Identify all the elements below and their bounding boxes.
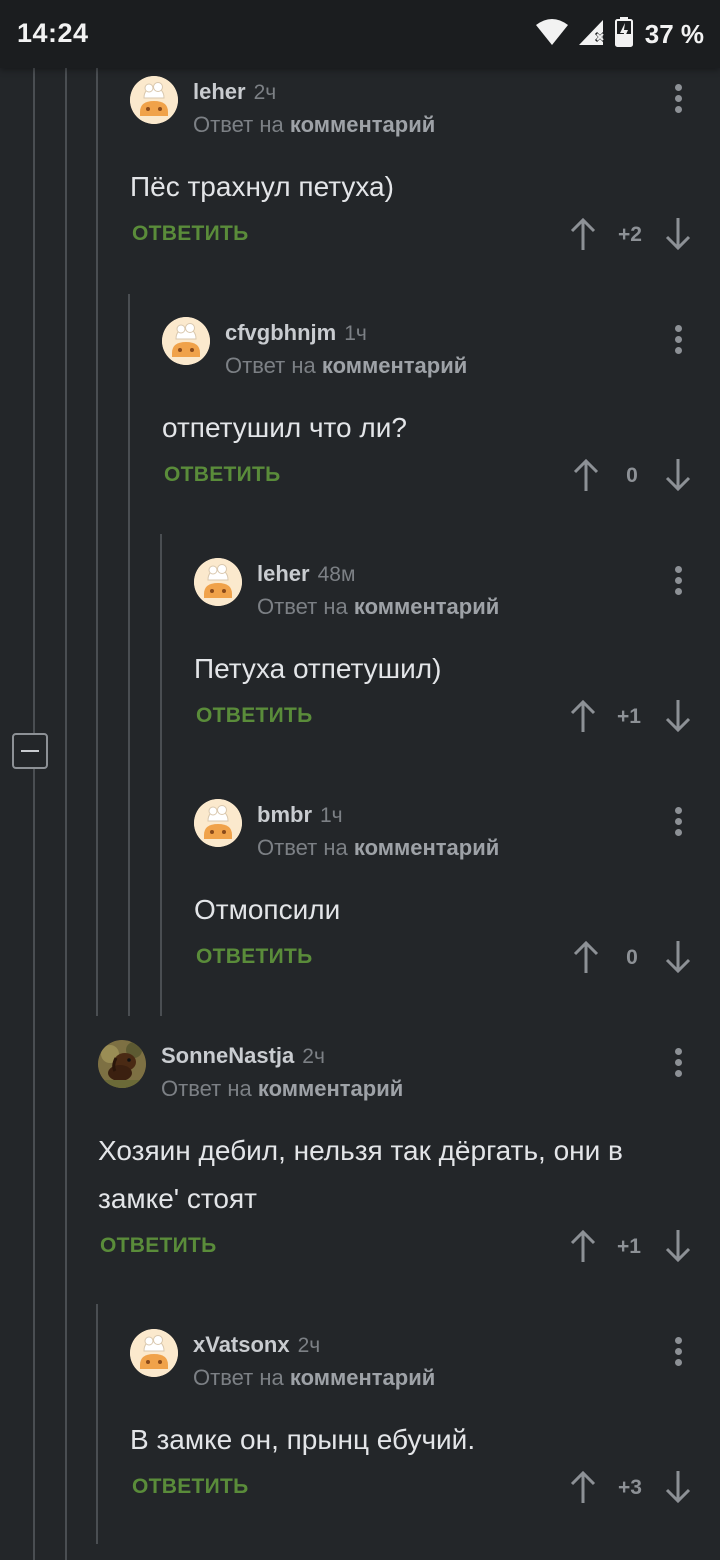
comment-author[interactable]: cfvgbhnjm 1ч	[225, 320, 367, 346]
reply-to-label: Ответ на комментарий	[161, 1076, 404, 1101]
avatar[interactable]	[194, 799, 242, 847]
downvote-icon[interactable]	[664, 1229, 692, 1263]
signal-icon	[577, 18, 607, 51]
thread-line	[128, 294, 130, 1016]
avatar[interactable]	[130, 1329, 178, 1377]
comment-score: +2	[618, 223, 642, 246]
comment-text: Пёс трахнул петуха)	[130, 171, 394, 202]
minus-icon	[21, 750, 39, 752]
reply-button[interactable]: ОТВЕТИТЬ	[100, 1234, 217, 1258]
reply-to-label: Ответ на комментарий	[193, 1365, 436, 1390]
thread-line	[96, 1304, 98, 1544]
comment: cfvgbhnjm 1ч Ответ на комментарий отпетуш…	[162, 317, 710, 507]
downvote-icon[interactable]	[664, 940, 692, 974]
avatar[interactable]	[162, 317, 210, 365]
reply-to-link[interactable]: комментарий	[290, 1365, 435, 1390]
comment-time: 2ч	[253, 81, 277, 104]
thread-line	[65, 68, 67, 1560]
battery-percent: 37 %	[644, 18, 704, 49]
reply-button[interactable]: ОТВЕТИТЬ	[196, 704, 313, 728]
comment: xVatsonx 2ч Ответ на комментарий В замке …	[130, 1329, 710, 1519]
reply-to-label: Ответ на комментарий	[257, 835, 500, 860]
comment-time: 2ч	[302, 1045, 325, 1068]
comment-author[interactable]: bmbr 1ч	[257, 802, 343, 828]
reply-to-link[interactable]: комментарий	[322, 353, 467, 378]
reply-to-link[interactable]: комментарий	[354, 835, 499, 860]
status-icons: 37 %	[535, 16, 704, 52]
more-menu-icon[interactable]	[668, 1045, 688, 1081]
reply-button[interactable]: ОТВЕТИТЬ	[164, 463, 281, 487]
more-menu-icon[interactable]	[668, 81, 688, 117]
reply-to-label: Ответ на комментарий	[193, 112, 436, 137]
thread-line	[160, 534, 162, 1016]
downvote-icon[interactable]	[664, 699, 692, 733]
upvote-icon[interactable]	[569, 1229, 597, 1263]
comment-score: +1	[617, 1235, 641, 1258]
more-menu-icon[interactable]	[668, 1334, 688, 1370]
upvote-icon[interactable]	[569, 699, 597, 733]
comment-time: 1ч	[344, 322, 367, 345]
thread-line	[33, 769, 35, 1560]
collapse-thread-button[interactable]	[12, 733, 48, 769]
comment: leher 2ч Ответ на комментарий Пёс трахнул…	[130, 76, 710, 266]
reply-to-label: Ответ на комментарий	[257, 594, 500, 619]
comment: SonneNastja 2ч Ответ на комментарий Хозяи…	[98, 1040, 710, 1280]
comment-text: отпетушил что ли?	[162, 412, 407, 443]
comment-score: 0	[626, 946, 638, 969]
comment-text: Отмопсили	[194, 894, 341, 925]
status-bar: 14:24 37 %	[0, 0, 720, 68]
comment-score: +3	[618, 1476, 642, 1499]
comment-author[interactable]: SonneNastja 2ч	[161, 1043, 325, 1069]
upvote-icon[interactable]	[572, 940, 600, 974]
reply-button[interactable]: ОТВЕТИТЬ	[132, 222, 249, 246]
avatar[interactable]	[98, 1040, 146, 1088]
comment-author[interactable]: xVatsonx 2ч	[193, 1332, 320, 1358]
thread-line	[96, 68, 98, 1016]
comment-author[interactable]: leher 48м	[257, 561, 355, 587]
upvote-icon[interactable]	[569, 1470, 597, 1504]
more-menu-icon[interactable]	[668, 563, 688, 599]
reply-to-link[interactable]: комментарий	[354, 594, 499, 619]
upvote-icon[interactable]	[572, 458, 600, 492]
comment-score: 0	[626, 464, 638, 487]
reply-to-link[interactable]: комментарий	[258, 1076, 403, 1101]
comment-text: Петуха отпетушил)	[194, 653, 442, 684]
avatar[interactable]	[194, 558, 242, 606]
comment-time: 2ч	[297, 1334, 321, 1357]
reply-button[interactable]: ОТВЕТИТЬ	[196, 945, 313, 969]
status-time: 14:24	[17, 18, 89, 48]
downvote-icon[interactable]	[664, 217, 692, 251]
reply-to-label: Ответ на комментарий	[225, 353, 468, 378]
avatar[interactable]	[130, 76, 178, 124]
reply-button[interactable]: ОТВЕТИТЬ	[132, 1475, 249, 1499]
reply-to-link[interactable]: комментарий	[290, 112, 435, 137]
comment-author[interactable]: leher 2ч	[193, 79, 276, 105]
comment-score: +1	[617, 705, 641, 728]
comment-time: 1ч	[320, 804, 343, 827]
battery-icon	[614, 16, 633, 52]
wifi-icon	[535, 18, 569, 51]
downvote-icon[interactable]	[664, 1470, 692, 1504]
more-menu-icon[interactable]	[668, 804, 688, 840]
comment: bmbr 1ч Ответ на комментарий Отмопсили ОТ…	[194, 799, 710, 989]
comment-text: Хозяин дебил, нельзя так дёргать, они в …	[98, 1135, 623, 1214]
comment: leher 48м Ответ на комментарий Петуха отп…	[194, 558, 710, 748]
thread-line	[33, 68, 35, 734]
more-menu-icon[interactable]	[668, 322, 688, 358]
comment-time: 48м	[317, 563, 356, 586]
upvote-icon[interactable]	[569, 217, 597, 251]
comment-text: В замке он, прынц ебучий.	[130, 1424, 476, 1455]
downvote-icon[interactable]	[664, 458, 692, 492]
